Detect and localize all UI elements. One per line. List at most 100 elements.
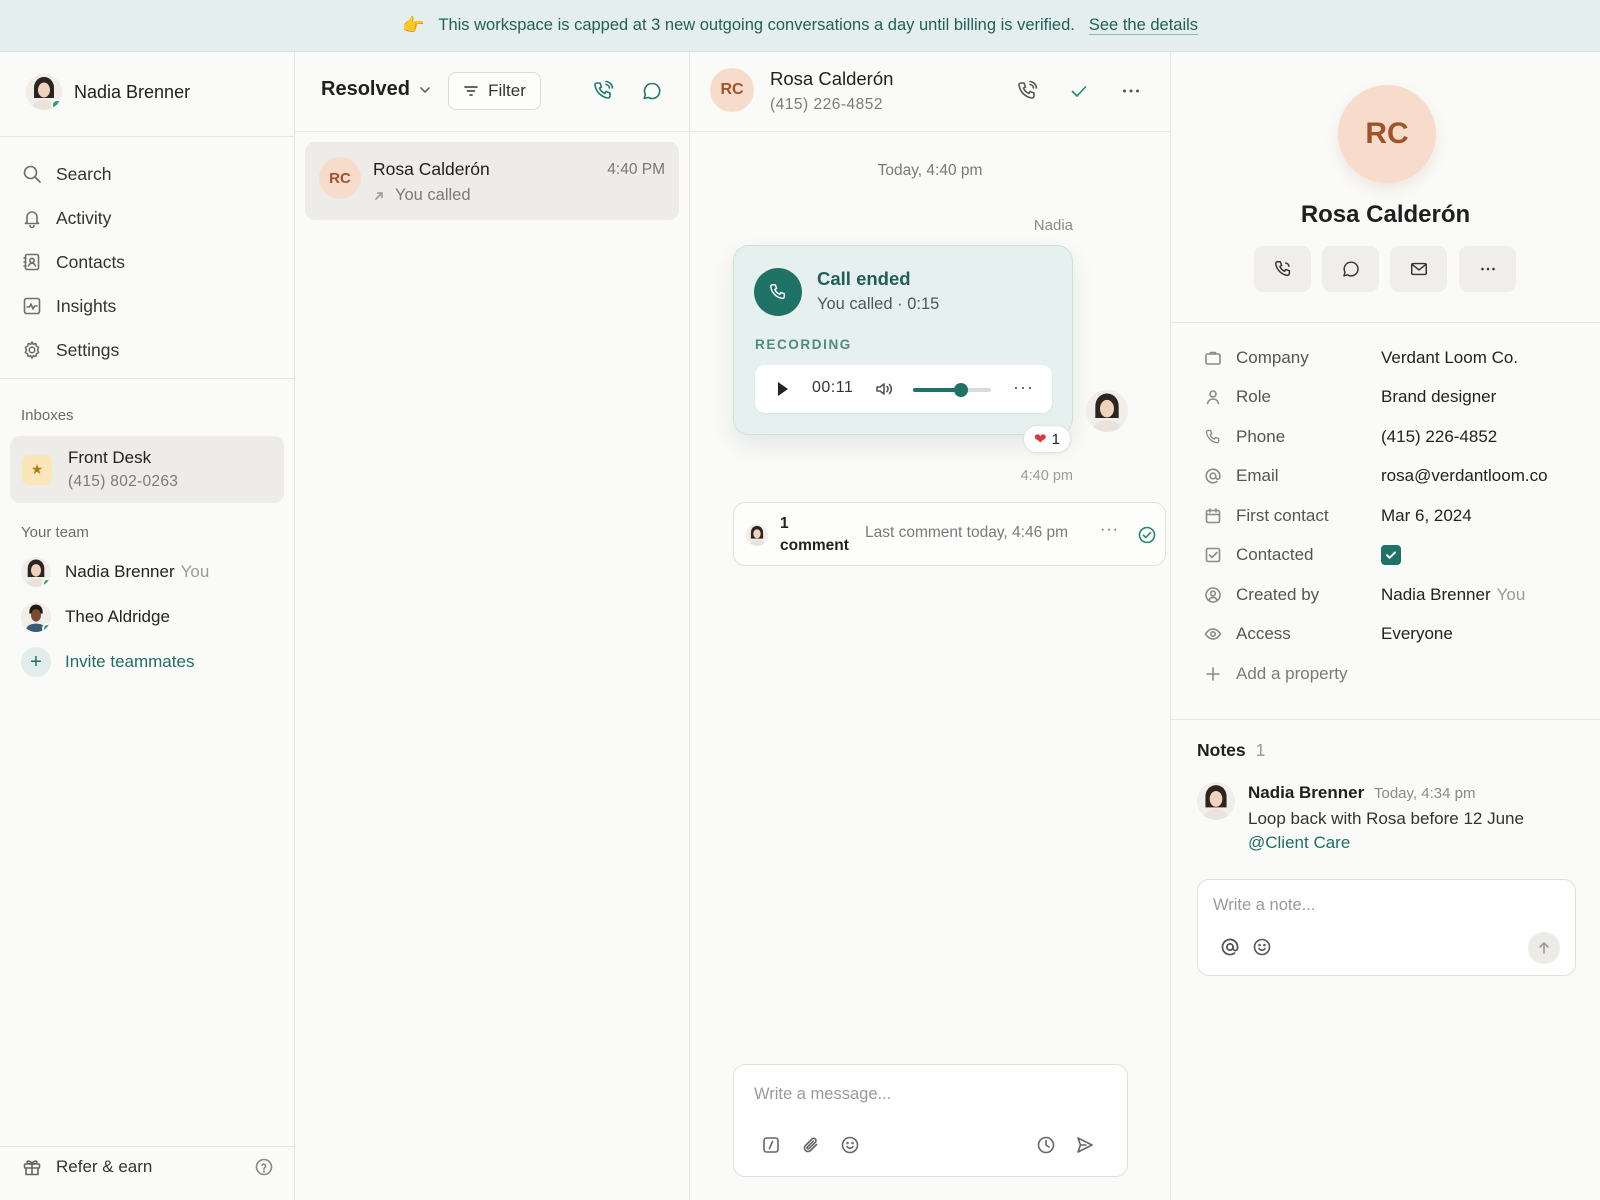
phone-icon: [1205, 429, 1220, 444]
avatar: [26, 74, 62, 110]
call-title: Call ended: [817, 268, 911, 289]
property-label: First contact: [1236, 505, 1329, 525]
inbox-front-desk[interactable]: ★ Front Desk (415) 802-0263: [10, 436, 284, 503]
more-icon[interactable]: ···: [1100, 521, 1119, 539]
filter-button[interactable]: Filter: [448, 72, 541, 110]
team-label: Your team: [21, 524, 89, 541]
property-phone[interactable]: Phone (415) 226-4852: [1204, 417, 1584, 457]
resolved-check-icon[interactable]: [1137, 525, 1157, 545]
mention-icon[interactable]: [1220, 937, 1240, 957]
help-icon[interactable]: [254, 1157, 274, 1177]
arrow-up-icon: [1539, 942, 1549, 954]
play-icon[interactable]: [778, 382, 788, 396]
star-icon: ★: [22, 454, 52, 485]
heart-reaction[interactable]: ❤ 1: [1023, 425, 1071, 453]
conversation-item[interactable]: RC Rosa Calderón 4:40 PM You called: [305, 142, 679, 220]
phone-icon[interactable]: [1016, 80, 1038, 102]
emoji-icon[interactable]: [1252, 937, 1272, 957]
status-label: Resolved: [321, 78, 410, 100]
nav-settings[interactable]: Settings: [22, 328, 272, 372]
nav-contacts[interactable]: Contacts: [22, 240, 272, 284]
divider: [0, 136, 294, 137]
search-icon: [23, 165, 41, 183]
add-property-button[interactable]: Add a property: [1204, 654, 1584, 694]
pointing-hand-icon: 👉: [401, 15, 425, 35]
user-name: Nadia Brenner: [74, 81, 191, 102]
more-icon[interactable]: [1120, 80, 1142, 102]
check-icon: [1386, 551, 1396, 560]
inboxes-label: Inboxes: [21, 407, 74, 424]
gear-icon: [24, 341, 40, 359]
filter-label: Filter: [488, 81, 526, 100]
audio-player: 00:11 ···: [755, 365, 1052, 413]
refer-label: Refer & earn: [56, 1157, 153, 1176]
more-icon: [1480, 267, 1495, 271]
team-member-nadia[interactable]: Nadia Brenner You: [21, 557, 209, 587]
playback-slider[interactable]: [913, 383, 991, 397]
conversation-preview: You called: [373, 186, 471, 205]
contact-avatar: RC: [710, 68, 754, 112]
see-details-link[interactable]: See the details: [1089, 16, 1198, 35]
message-input[interactable]: [754, 1085, 1104, 1104]
contact-name: Rosa Calderón: [770, 68, 894, 89]
more-icon[interactable]: ···: [1013, 377, 1034, 398]
property-value: (415) 226-4852: [1381, 426, 1498, 446]
playback-handle[interactable]: [954, 383, 969, 397]
property-email[interactable]: Email rosa@verdantloom.co: [1204, 457, 1584, 497]
avatar: [21, 602, 51, 632]
message-composer: [733, 1064, 1128, 1177]
contacted-checkbox[interactable]: [1381, 545, 1401, 566]
comment-count: 1 comment: [780, 515, 849, 554]
phone-icon: [1274, 261, 1290, 277]
property-access[interactable]: Access Everyone: [1204, 615, 1584, 655]
member-name: Theo Aldridge: [65, 607, 170, 626]
property-role[interactable]: Role Brand designer: [1204, 378, 1584, 418]
note-input[interactable]: [1213, 896, 1513, 915]
emoji-icon[interactable]: [840, 1135, 860, 1155]
property-label: Contacted: [1236, 545, 1314, 565]
divider: [1171, 322, 1600, 323]
nav-search[interactable]: Search: [22, 152, 272, 196]
team-member-theo[interactable]: Theo Aldridge: [21, 602, 170, 632]
avatar: [21, 557, 51, 587]
property-list: Company Verdant Loom Co. Role Brand desi…: [1204, 338, 1584, 694]
schedule-icon[interactable]: [1036, 1135, 1056, 1155]
slash-command-icon[interactable]: [761, 1135, 781, 1155]
call-button[interactable]: [1254, 246, 1311, 292]
contact-avatar: RC: [1338, 85, 1436, 183]
conversation-time: 4:40 PM: [607, 161, 665, 178]
attachment-icon[interactable]: [801, 1135, 821, 1155]
heart-icon: ❤: [1034, 431, 1047, 448]
check-icon[interactable]: [1068, 80, 1090, 102]
avatar: [1197, 782, 1235, 820]
property-label: Email: [1236, 466, 1279, 486]
notes-count: 1: [1255, 740, 1266, 760]
banner-message: This workspace is capped at 3 new outgoi…: [438, 16, 1075, 34]
more-actions-button[interactable]: [1459, 246, 1516, 292]
comment-thread[interactable]: 1 comment Last comment today, 4:46 pm ··…: [733, 502, 1166, 566]
property-first-contact[interactable]: First contact Mar 6, 2024: [1204, 496, 1584, 536]
send-note-button[interactable]: [1528, 932, 1560, 964]
add-property-label: Add a property: [1236, 663, 1348, 683]
message-button[interactable]: [1322, 246, 1379, 292]
message-icon[interactable]: [641, 80, 663, 102]
current-user[interactable]: Nadia Brenner: [26, 74, 190, 110]
status-dropdown[interactable]: Resolved: [321, 78, 432, 101]
phone-icon[interactable]: [592, 80, 614, 102]
refer-earn-button[interactable]: Refer & earn: [22, 1157, 274, 1177]
nav-label: Search: [56, 163, 112, 184]
property-created-by[interactable]: Created by Nadia Brenner You: [1204, 575, 1584, 615]
property-company[interactable]: Company Verdant Loom Co.: [1204, 338, 1584, 378]
property-label: Role: [1236, 387, 1271, 407]
send-icon[interactable]: [1075, 1135, 1095, 1155]
note-mention[interactable]: @Client Care: [1248, 833, 1350, 853]
conversation-header: RC Rosa Calderón (415) 226-4852: [690, 52, 1170, 132]
email-button[interactable]: [1390, 246, 1447, 292]
outgoing-arrow-icon: [375, 191, 383, 200]
bell-icon: [24, 211, 40, 228]
volume-icon[interactable]: [875, 381, 893, 397]
nav-activity[interactable]: Activity: [22, 196, 272, 240]
nav-insights[interactable]: Insights: [22, 284, 272, 328]
invite-teammates-button[interactable]: + Invite teammates: [21, 647, 194, 677]
property-value: rosa@verdantloom.co: [1381, 466, 1548, 486]
